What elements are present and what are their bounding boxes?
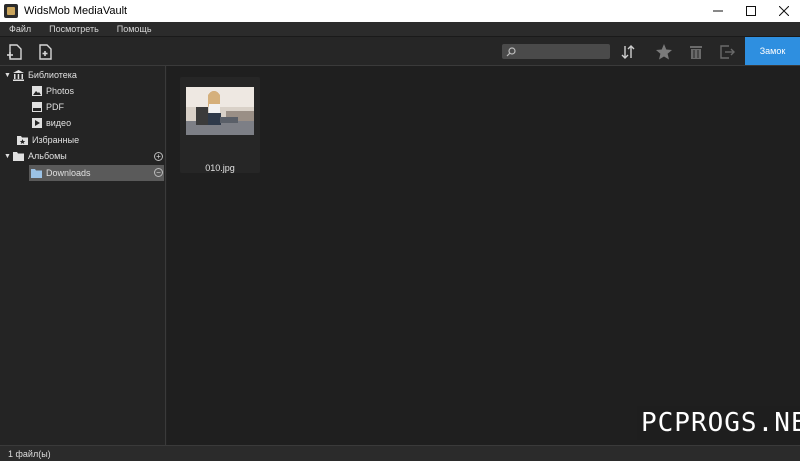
- pdf-icon: [31, 102, 42, 113]
- tree-albums-label: Альбомы: [28, 151, 67, 161]
- add-album-icon[interactable]: +: [154, 152, 163, 161]
- app-window: WidsMob MediaVault Файл Посмотреть Помощ…: [0, 0, 800, 461]
- tree-item-pdf[interactable]: PDF: [31, 99, 64, 115]
- add-file-icon: [7, 44, 22, 60]
- export-button[interactable]: [716, 41, 738, 63]
- library-icon: [13, 69, 24, 81]
- tree-favorites[interactable]: Избранные: [17, 132, 79, 148]
- photos-icon: [31, 86, 42, 97]
- caret-down-icon[interactable]: ▼: [4, 72, 13, 79]
- menu-bar: Файл Посмотреть Помощь: [0, 22, 800, 37]
- watermark-text: PCPROGS.NET: [637, 406, 800, 440]
- tree-albums[interactable]: ▼ Альбомы: [4, 148, 67, 164]
- export-icon: [720, 45, 735, 59]
- photo-thumbnail[interactable]: [186, 87, 254, 135]
- remove-album-icon[interactable]: −: [154, 168, 163, 177]
- maximize-icon: [745, 6, 756, 16]
- window-title: WidsMob MediaVault: [24, 5, 128, 17]
- tree-library[interactable]: ▼ Библиотека: [4, 67, 77, 83]
- trash-icon: [690, 46, 702, 59]
- toolbar: Замок: [0, 37, 800, 66]
- search-input[interactable]: [518, 46, 608, 57]
- tree-item-pdf-label: PDF: [46, 102, 64, 112]
- tree-item-video[interactable]: видео: [31, 115, 71, 131]
- add-file-button[interactable]: [4, 41, 26, 63]
- menu-file[interactable]: Файл: [0, 22, 40, 37]
- menu-help[interactable]: Помощь: [108, 22, 161, 37]
- tree-library-label: Библиотека: [28, 70, 77, 80]
- import-icon: [39, 44, 52, 60]
- search-icon: [506, 46, 516, 56]
- favorites-folder-icon: [17, 135, 28, 146]
- sidebar: ▼ Библиотека Photos PDF видео Избранные …: [0, 66, 166, 445]
- video-icon: [31, 118, 42, 129]
- menu-view[interactable]: Посмотреть: [40, 22, 108, 37]
- delete-button[interactable]: [685, 41, 707, 63]
- tree-album-downloads[interactable]: Downloads: [31, 165, 91, 181]
- album-folder-icon: [31, 168, 42, 179]
- sort-icon: [621, 45, 635, 59]
- import-button[interactable]: [34, 41, 56, 63]
- file-grid: 010.jpg PCPROGS.NET: [167, 66, 800, 445]
- sort-button[interactable]: [617, 41, 639, 63]
- lock-button[interactable]: Замок: [745, 37, 800, 65]
- app-logo-icon: [4, 4, 18, 18]
- window-controls: [701, 0, 800, 22]
- albums-folder-icon: [13, 151, 24, 162]
- tree-favorites-label: Избранные: [32, 135, 80, 145]
- tree-album-downloads-label: Downloads: [46, 168, 91, 178]
- search-box: [502, 44, 610, 59]
- status-text: 1 файл(ы): [8, 448, 51, 459]
- favorite-button[interactable]: [653, 41, 675, 63]
- tree-item-photos-label: Photos: [46, 86, 75, 96]
- tree-item-photos[interactable]: Photos: [31, 83, 74, 99]
- minimize-icon: [712, 10, 723, 12]
- close-icon: [778, 6, 789, 16]
- file-thumbnail-card[interactable]: 010.jpg: [180, 77, 260, 173]
- status-bar: 1 файл(ы): [0, 445, 800, 461]
- tree-item-video-label: видео: [46, 118, 72, 128]
- minimize-button[interactable]: [701, 0, 734, 22]
- file-name: 010.jpg: [205, 163, 235, 173]
- title-bar: WidsMob MediaVault: [0, 0, 800, 22]
- close-button[interactable]: [767, 0, 800, 22]
- star-icon: [656, 44, 672, 60]
- caret-down-icon[interactable]: ▼: [4, 153, 13, 160]
- maximize-button[interactable]: [734, 0, 767, 22]
